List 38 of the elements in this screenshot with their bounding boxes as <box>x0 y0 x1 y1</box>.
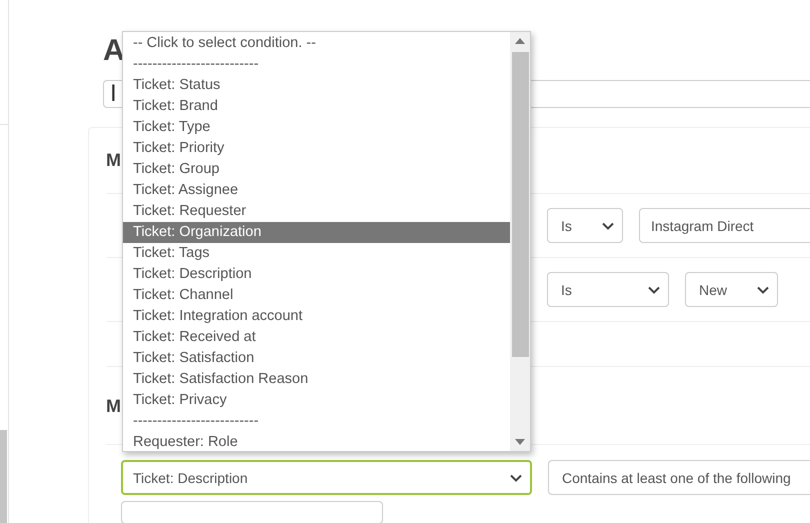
separator-text: -------------------------- <box>132 412 260 431</box>
chevron-icon <box>648 286 660 294</box>
page-heading: A <box>103 36 125 66</box>
scroll-up-icon[interactable] <box>515 38 525 44</box>
chevron-icon <box>757 286 769 294</box>
dropdown-option[interactable]: Ticket: Received at <box>123 327 510 348</box>
dropdown-option[interactable]: Ticket: Priority <box>123 138 510 159</box>
dropdown-option[interactable]: Ticket: Satisfaction Reason <box>123 369 510 390</box>
scrollbar-thumb[interactable] <box>0 430 7 523</box>
chevron-icon <box>510 474 522 482</box>
value-field[interactable]: Instagram Direct <box>639 208 810 243</box>
dropdown-option[interactable]: Ticket: Status <box>123 75 510 96</box>
section-title: M <box>106 150 121 171</box>
value-select[interactable]: New <box>685 272 778 307</box>
operator-select[interactable]: Is <box>547 272 669 307</box>
dropdown-option[interactable]: Ticket: Brand <box>123 96 510 117</box>
scroll-down-icon[interactable] <box>515 439 525 445</box>
scrollbar-thumb[interactable] <box>512 52 528 357</box>
dropdown-option[interactable]: Ticket: Assignee <box>123 180 510 201</box>
dropdown-option[interactable]: Ticket: Satisfaction <box>123 348 510 369</box>
dropdown-option[interactable]: Ticket: Tags <box>123 243 510 264</box>
dropdown-option[interactable]: Ticket: Privacy <box>123 390 510 411</box>
dropdown-option[interactable]: Ticket: Type <box>123 117 510 138</box>
dropdown-option[interactable]: Ticket: Integration account <box>123 306 510 327</box>
operator-select[interactable]: Is <box>547 208 623 243</box>
dropdown-option[interactable]: Ticket: Organization <box>123 222 510 243</box>
dropdown-option[interactable]: Ticket: Description <box>123 264 510 285</box>
section-title: M <box>106 396 121 417</box>
separator-text: -------------------------- <box>132 55 260 74</box>
dropdown-option[interactable]: Ticket: Channel <box>123 285 510 306</box>
dropdown-option[interactable]: Requester: Role <box>123 432 510 453</box>
dropdown-option[interactable]: Ticket: Group <box>123 159 510 180</box>
operator-select[interactable]: Contains at least one of the following <box>548 460 810 495</box>
value-input[interactable] <box>121 501 383 523</box>
chevron-icon <box>602 222 614 230</box>
dropdown-option[interactable]: Ticket: Requester <box>123 201 510 222</box>
dropdown-option[interactable]: -- Click to select condition. -- <box>123 33 510 54</box>
condition-select[interactable]: Ticket: Description <box>121 460 532 495</box>
